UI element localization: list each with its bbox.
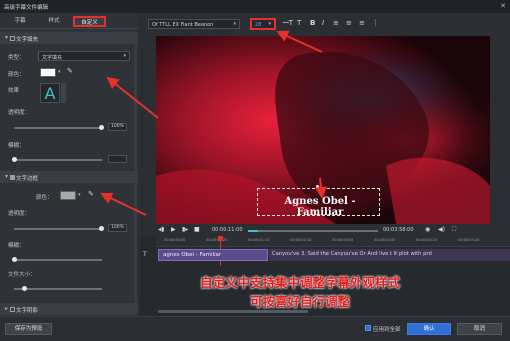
ok-button[interactable]: 确认 (407, 323, 451, 335)
apply-all-checkbox[interactable] (365, 325, 371, 331)
cancel-button[interactable]: 取消 (457, 323, 502, 335)
bottom-bar: 保存为预设 应用到全部 确认 取消 (0, 316, 510, 341)
annotation-arrows (100, 30, 327, 216)
apply-all-label: 应用到全部 (373, 327, 401, 333)
save-preset-button[interactable]: 保存为预设 (5, 323, 52, 335)
